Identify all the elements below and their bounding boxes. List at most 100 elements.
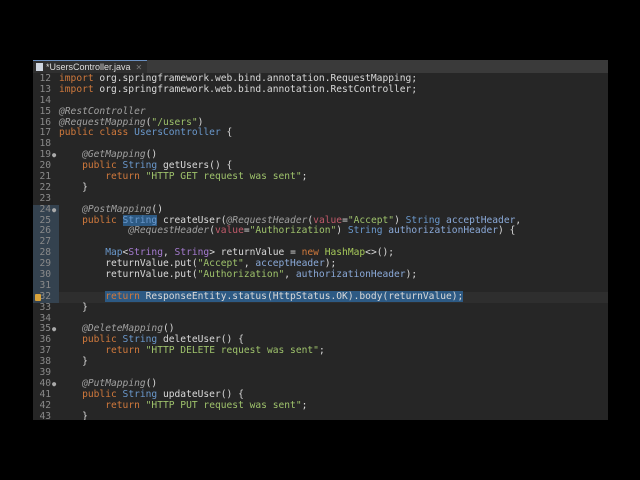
code-token: }: [59, 410, 88, 420]
code-line[interactable]: 33 }: [33, 301, 608, 314]
code-token: acceptHeader: [440, 214, 516, 226]
code-line[interactable]: 43 }: [33, 410, 608, 420]
code-token: UsersController: [134, 127, 221, 139]
code-token: String: [122, 334, 158, 346]
line-number: 33: [39, 301, 51, 313]
quick-fix-bulb-icon[interactable]: [35, 293, 41, 301]
code-line[interactable]: 17 public class UsersController {: [33, 128, 608, 139]
code-token: acceptHeader: [255, 258, 325, 270]
code-token: ,: [515, 214, 522, 226]
code-token: @PutMapping: [82, 377, 146, 389]
code-token: return: [105, 399, 146, 411]
code-token: ;: [318, 345, 325, 357]
code-editor-window: *UsersController.java ✕ 12 import org.spr…: [33, 60, 608, 420]
code-token: ,: [243, 258, 256, 270]
line-number: 42: [39, 399, 51, 411]
code-token: "HTTP DELETE request was sent": [145, 345, 319, 357]
code-token: ;: [301, 399, 308, 411]
code-token: (): [145, 377, 158, 389]
code-line[interactable]: 26 @RequestHeader(value="Authorization")…: [33, 225, 608, 238]
java-file-icon: [36, 63, 43, 71]
override-marker-icon: ●: [52, 151, 57, 160]
code-token: @DeleteMapping: [82, 323, 163, 335]
close-icon[interactable]: ✕: [136, 63, 143, 72]
code-token: String: [405, 214, 441, 226]
override-marker-icon: ●: [52, 379, 57, 388]
code-token: ResponseEntity.status(HttpStatus.OK).bod…: [145, 290, 464, 302]
code-token: import: [59, 73, 94, 84]
code-token: deleteUser() {: [157, 334, 244, 346]
code-token: ): [336, 225, 348, 237]
code-token: @RequestHeader: [128, 225, 210, 237]
code-token: updateUser() {: [157, 388, 244, 400]
code-line[interactable]: 38 }: [33, 356, 608, 368]
code-token: (): [151, 203, 163, 215]
tab-title: *UsersController.java: [46, 62, 131, 72]
code-token: Map: [105, 247, 123, 259]
code-token: authorizationHeader: [382, 225, 499, 237]
code-token: @RestController: [59, 105, 146, 117]
code-token: ,: [284, 269, 296, 281]
code-token: ,: [162, 247, 175, 259]
code-token: ): [394, 214, 406, 226]
code-token: );: [324, 258, 337, 270]
code-token: public class: [59, 127, 135, 139]
code-token: ) {: [498, 225, 516, 237]
code-token: ): [197, 116, 204, 128]
code-line[interactable]: 30 returnValue.put("Authorization", auth…: [33, 269, 608, 281]
code-line[interactable]: 21 return "HTTP GET request was sent";: [33, 171, 608, 183]
code-token: public: [82, 388, 123, 400]
code-token: );: [405, 269, 418, 281]
line-number: 15: [39, 105, 51, 117]
code-token: org.springframework.web.bind.annotation.…: [93, 83, 418, 95]
code-area[interactable]: 12 import org.springframework.web.bind.an…: [33, 73, 608, 420]
code-token: }: [59, 181, 88, 193]
editor-tab-bar: *UsersController.java ✕: [33, 60, 608, 73]
line-number: 43: [39, 410, 51, 420]
code-line[interactable]: 22 }: [33, 181, 608, 194]
code-token: value: [214, 225, 244, 237]
code-line[interactable]: 37 return "HTTP DELETE request was sent"…: [33, 345, 608, 357]
code-token: String: [122, 160, 158, 172]
tab-users-controller[interactable]: *UsersController.java ✕: [33, 60, 148, 73]
code-token: new: [301, 247, 325, 259]
code-token: value: [313, 214, 343, 226]
code-token: returnValue.put(: [59, 269, 198, 281]
code-token: "Accept": [347, 214, 395, 226]
code-token: return: [105, 345, 146, 357]
code-token: returnValue.put(: [59, 258, 198, 270]
code-line[interactable]: 32 return ResponseEntity.status(HttpStat…: [33, 290, 608, 303]
code-token: String: [122, 388, 158, 400]
code-line[interactable]: 42 return "HTTP PUT request was sent";: [33, 399, 608, 412]
code-token: @PostMapping: [82, 203, 152, 215]
code-token: public: [82, 160, 123, 172]
code-line[interactable]: 13 import org.springframework.web.bind.an…: [33, 83, 608, 96]
code-token: "HTTP GET request was sent": [145, 171, 302, 183]
code-token: createUser(: [157, 214, 227, 226]
code-token: (): [162, 323, 175, 335]
code-token: ;: [301, 171, 308, 183]
code-token: "Authorization": [249, 225, 337, 237]
code-token: public: [82, 214, 123, 226]
code-token: @RequestMapping: [59, 116, 146, 128]
code-token: <>();: [365, 247, 395, 259]
code-token: "HTTP PUT request was sent": [145, 399, 302, 411]
code-token: return: [105, 171, 146, 183]
code-token: @RequestHeader: [226, 214, 308, 226]
code-token: HashMap: [324, 247, 366, 259]
code-token: String: [122, 214, 158, 226]
code-token: (): [145, 149, 158, 161]
code-token: }: [59, 301, 88, 313]
